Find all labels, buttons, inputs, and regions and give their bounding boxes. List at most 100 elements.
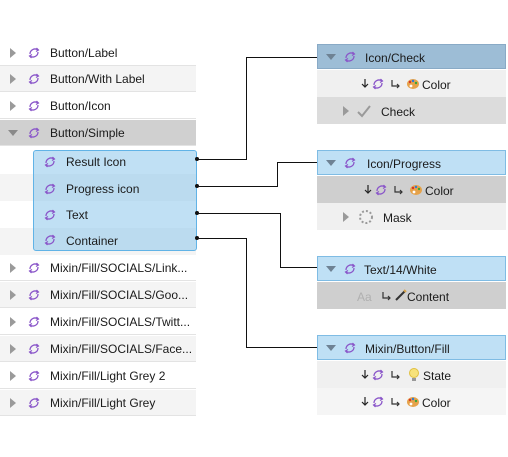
disclosure-triangle-icon[interactable] xyxy=(343,106,349,116)
layer-row-mixin-socials-google[interactable]: Mixin/Fill/SOCIALS/Goo... xyxy=(0,282,196,308)
override-row-color[interactable]: Color xyxy=(317,70,506,97)
child-row-result-icon[interactable]: Result Icon xyxy=(33,150,197,175)
symbol-icon xyxy=(44,156,56,168)
disclosure-triangle-icon[interactable] xyxy=(10,100,16,111)
down-arrow-icon xyxy=(361,78,369,88)
child-row-progress-icon[interactable]: Progress icon xyxy=(33,177,197,202)
pen-icon xyxy=(395,289,407,301)
child-row-container[interactable]: Container xyxy=(33,229,197,251)
palette-icon xyxy=(407,397,419,407)
collapse-triangle-icon[interactable] xyxy=(326,266,336,272)
layer-row-button-label[interactable]: Button/Label xyxy=(0,40,196,66)
symbol-icon xyxy=(344,342,356,354)
panel-title: Icon/Progress xyxy=(367,157,442,171)
collapse-triangle-icon[interactable] xyxy=(326,54,336,60)
symbol-icon xyxy=(28,126,40,139)
symbol-icon xyxy=(28,261,40,274)
symbol-icon xyxy=(28,369,40,382)
symbol-icon xyxy=(28,396,40,409)
return-arrow-icon xyxy=(391,370,400,380)
override-row-content[interactable]: Aa Content xyxy=(317,282,506,309)
return-arrow-icon xyxy=(391,397,400,407)
down-arrow-icon xyxy=(364,184,372,194)
layer-label: Mixin/Fill/Light Grey xyxy=(50,395,156,410)
symbol-icon xyxy=(372,396,384,408)
disclosure-triangle-icon[interactable] xyxy=(10,397,16,408)
symbol-icon xyxy=(372,369,384,381)
connector-dot xyxy=(195,184,199,188)
return-arrow-icon xyxy=(382,291,391,301)
override-label: Content xyxy=(407,290,450,304)
layer-row-button-simple[interactable]: Button/Simple xyxy=(0,120,196,146)
layer-label: Mixin/Fill/SOCIALS/Twitt... xyxy=(50,314,191,329)
child-label: Progress icon xyxy=(66,182,140,196)
connector-dot xyxy=(195,211,199,215)
connector-dot xyxy=(195,236,199,240)
collapse-triangle-icon[interactable] xyxy=(326,160,336,166)
layer-row-mixin-socials-link[interactable]: Mixin/Fill/SOCIALS/Link... xyxy=(0,255,196,281)
panel-title: Mixin/Button/Fill xyxy=(365,342,450,356)
down-arrow-icon xyxy=(361,369,369,379)
override-label: Color xyxy=(422,396,451,410)
symbol-icon xyxy=(372,78,384,90)
override-row-check[interactable]: Check xyxy=(317,97,506,124)
layer-row-mixin-socials-facebook[interactable]: Mixin/Fill/SOCIALS/Face... xyxy=(0,336,196,362)
panel-header[interactable]: Icon/Check xyxy=(317,44,506,69)
collapse-triangle-icon[interactable] xyxy=(326,345,336,351)
override-label: Color xyxy=(425,184,454,198)
layer-row-mixin-light-grey[interactable]: Mixin/Fill/Light Grey xyxy=(0,390,196,416)
layer-label: Button/Simple xyxy=(50,125,125,140)
child-label: Text xyxy=(66,208,89,222)
disclosure-triangle-icon[interactable] xyxy=(10,47,16,58)
disclosure-triangle-open-icon[interactable] xyxy=(8,129,18,136)
symbol-icon xyxy=(44,183,56,195)
return-arrow-icon xyxy=(391,79,400,89)
symbol-icon xyxy=(344,157,356,169)
override-row-mask[interactable]: Mask xyxy=(317,203,506,230)
symbol-icon xyxy=(344,51,356,63)
symbol-icon xyxy=(28,72,40,85)
child-row-text[interactable]: Text xyxy=(33,204,197,229)
disclosure-triangle-icon[interactable] xyxy=(10,289,16,300)
lightbulb-icon xyxy=(409,368,419,381)
text-style-icon: Aa xyxy=(357,290,372,304)
override-label: Mask xyxy=(383,211,412,225)
override-label: State xyxy=(423,369,452,383)
symbol-icon xyxy=(28,99,40,112)
layer-row-button-with-label[interactable]: Button/With Label xyxy=(0,66,196,92)
panel-header[interactable]: Text/14/White xyxy=(317,256,506,281)
panel-header[interactable]: Mixin/Button/Fill xyxy=(317,335,506,360)
override-row-color[interactable]: Color xyxy=(317,388,506,415)
symbol-icon xyxy=(375,184,387,196)
palette-icon xyxy=(410,185,422,195)
disclosure-triangle-icon[interactable] xyxy=(10,370,16,381)
layer-row-button-icon[interactable]: Button/Icon xyxy=(0,93,196,119)
layer-row-mixin-socials-twitter[interactable]: Mixin/Fill/SOCIALS/Twitt... xyxy=(0,309,196,335)
panel-title: Text/14/White xyxy=(364,263,437,277)
connector-dot xyxy=(195,157,199,161)
layer-label: Mixin/Fill/SOCIALS/Face... xyxy=(50,341,193,356)
override-row-state[interactable]: State xyxy=(317,361,506,388)
symbol-icon xyxy=(28,288,40,301)
disclosure-triangle-icon[interactable] xyxy=(10,316,16,327)
symbol-icon xyxy=(44,209,56,221)
override-label: Color xyxy=(422,78,451,92)
override-label: Check xyxy=(381,105,416,119)
spinner-icon xyxy=(359,210,373,224)
child-label: Result Icon xyxy=(66,155,127,169)
symbol-icon xyxy=(44,234,56,246)
symbol-icon xyxy=(28,342,40,355)
panel-header[interactable]: Icon/Progress xyxy=(317,150,506,175)
return-arrow-icon xyxy=(394,185,403,195)
layer-row-mixin-light-grey-2[interactable]: Mixin/Fill/Light Grey 2 xyxy=(0,363,196,389)
checkmark-icon xyxy=(357,105,371,118)
layer-label: Button/With Label xyxy=(50,71,145,86)
override-row-color[interactable]: Color xyxy=(317,176,506,203)
symbol-icon xyxy=(28,315,40,328)
layer-label: Mixin/Fill/Light Grey 2 xyxy=(50,368,166,383)
disclosure-triangle-icon[interactable] xyxy=(10,343,16,354)
disclosure-triangle-icon[interactable] xyxy=(10,73,16,84)
disclosure-triangle-icon[interactable] xyxy=(343,212,349,222)
disclosure-triangle-icon[interactable] xyxy=(10,262,16,273)
layer-label: Button/Label xyxy=(50,45,118,60)
